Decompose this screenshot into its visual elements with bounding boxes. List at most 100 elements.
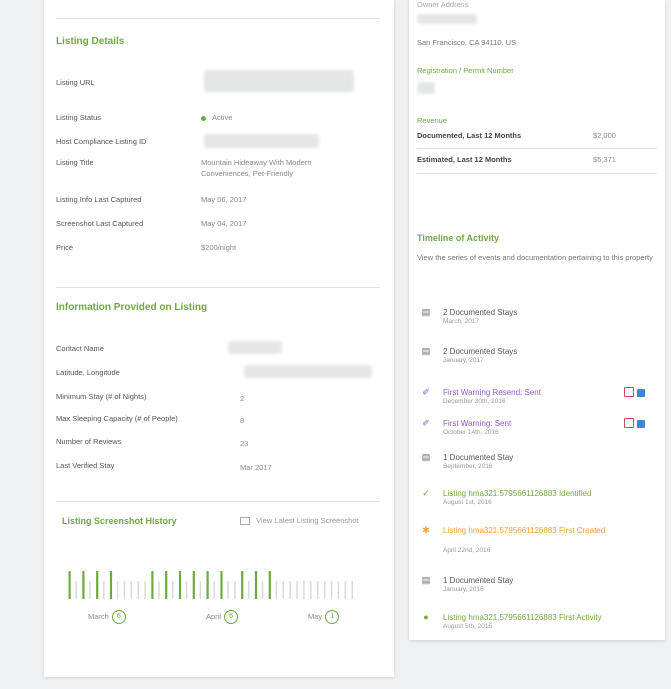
redacted-contact-name [228, 341, 282, 354]
screenshot-bar [151, 571, 154, 599]
empty-bar [317, 581, 319, 599]
empty-bar [310, 581, 312, 599]
timeline-item-title: 1 Documented Stay [443, 576, 514, 585]
timeline-item-title: Listing hma321.5795661126883 First Activ… [443, 613, 602, 622]
timeline-item-title: Listing hma321.5795661126883 First Creat… [443, 526, 606, 535]
month-april: April 6 [206, 610, 239, 624]
screenshot-bar [220, 571, 223, 599]
star-icon: ✱ [422, 525, 430, 535]
timeline-item-title: 2 Documented Stays [443, 308, 518, 317]
listing-info-label: Latitude, Longitude [56, 368, 120, 377]
revenue-title: Revenue [417, 116, 448, 125]
timeline-item-actions [621, 418, 645, 430]
listing-detail-label: Listing Info Last Captured [56, 195, 142, 204]
dot-icon: ● [423, 612, 429, 622]
screenshot-bar [109, 571, 113, 599]
empty-bar [344, 581, 347, 599]
listing-panel: Listing Details Listing URL Listing Statu… [44, 0, 394, 677]
listing-detail-value: $200/night [201, 243, 237, 252]
divider [417, 173, 657, 174]
empty-bar [261, 581, 264, 599]
screenshot-bar [68, 571, 71, 599]
divider [56, 18, 380, 19]
listing-info-value: 2 [240, 394, 245, 403]
listing-info-label: Minimum Stay (# of Nights) [56, 392, 147, 401]
calendar-icon[interactable] [624, 418, 634, 428]
listing-detail-label: Listing Status [56, 113, 102, 122]
section-title-listing-details: Listing Details [56, 36, 125, 47]
status-dot-icon [201, 115, 206, 121]
empty-bar [75, 581, 77, 599]
divider [417, 148, 657, 149]
empty-bar [282, 581, 284, 599]
timeline-title: Timeline of Activity [417, 233, 500, 243]
timeline-item-date: April 22nd, 2016 [443, 547, 491, 554]
listing-detail-label: Price [56, 243, 74, 252]
timeline-item-title: Listing hma321.5795661126883 Identified [443, 489, 592, 498]
empty-bar [330, 581, 333, 599]
empty-bar [144, 581, 146, 599]
listing-detail-value: May 06, 2017 [201, 195, 247, 204]
view-latest-screenshot-label: View Latest Listing Screenshot [256, 516, 359, 525]
view-latest-screenshot-link[interactable]: View Latest Listing Screenshot [240, 516, 359, 526]
registration-label: Registration / Permit Number [417, 66, 514, 75]
empty-bar [116, 581, 119, 599]
redacted-registration [417, 82, 435, 94]
empty-bar [158, 581, 160, 599]
empty-bar [289, 581, 291, 599]
timeline-item-date: August 5th, 2015 [443, 623, 493, 630]
check-icon: ✓ [422, 488, 430, 498]
mail-icon[interactable] [637, 420, 645, 428]
empty-bar [227, 581, 229, 599]
timeline-item-date: January, 2017 [443, 357, 484, 364]
month-count-badge: 1 [325, 610, 340, 624]
empty-bar [303, 581, 305, 599]
listing-detail-label: Screenshot Last Captured [56, 219, 144, 228]
empty-bar [275, 581, 278, 599]
section-title-screenshot-history: Listing Screenshot History [62, 516, 177, 526]
section-title-information-provided: Information Provided on Listing [56, 302, 208, 313]
listing-status-value: Active [201, 112, 232, 123]
owner-panel: Owner Address San Francisco, CA 94110, U… [409, 0, 665, 640]
timeline-item-date: March, 2017 [443, 318, 480, 325]
listing-info-value: Mar 2017 [240, 463, 272, 472]
timeline-item-date: September, 2016 [443, 463, 493, 470]
timeline-item-title: 2 Documented Stays [443, 347, 518, 356]
letter-icon: ✐ [422, 387, 430, 397]
timeline-item-title: 1 Documented Stay [443, 453, 514, 462]
calendar-icon[interactable] [624, 387, 634, 397]
listing-detail-value: May 04, 2017 [201, 219, 247, 228]
redacted-coordinates [244, 365, 372, 378]
empty-bar [337, 581, 340, 599]
screenshot-bar [241, 571, 244, 599]
calendar-icon: ▤ [421, 452, 431, 462]
owner-address-label: Owner Address [417, 0, 469, 9]
empty-bar [172, 581, 174, 599]
mail-icon[interactable] [637, 389, 645, 397]
empty-bar [89, 581, 91, 599]
month-count-badge: 6 [224, 610, 239, 624]
listing-info-label: Contact Name [56, 344, 104, 353]
listing-info-value: 8 [240, 416, 245, 425]
month-count-badge: 6 [111, 610, 126, 624]
listing-detail-label: Host Compliance Listing ID [56, 137, 147, 146]
owner-address: San Francisco, CA 94110, US [417, 38, 517, 47]
divider [56, 501, 380, 502]
calendar-icon: ▤ [421, 575, 431, 585]
divider [56, 287, 380, 288]
listing-detail-label: Listing Title [56, 158, 94, 167]
empty-bar [137, 581, 139, 599]
listing-info-label: Last Verified Stay [56, 461, 115, 470]
listing-detail-label: Listing URL [56, 78, 95, 87]
empty-bar [130, 581, 133, 599]
empty-bar [185, 581, 188, 599]
month-march: March 6 [88, 610, 126, 624]
empty-bar [199, 581, 202, 599]
empty-bar [351, 581, 353, 599]
screenshot-bar [96, 571, 99, 599]
empty-bar [323, 581, 326, 599]
redacted-owner-name [417, 14, 477, 24]
timeline-item-title: First Warning: Sent [443, 419, 512, 428]
timeline-item-date: January, 2016 [443, 586, 484, 593]
listing-info-value: 23 [240, 439, 249, 448]
